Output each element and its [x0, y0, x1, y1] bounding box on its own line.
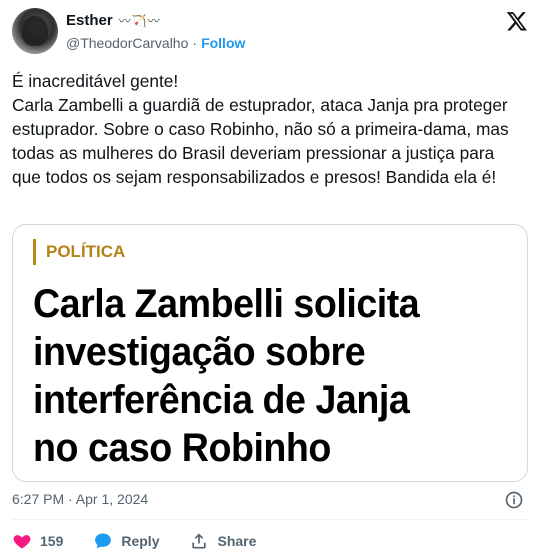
link-card[interactable]: POLÍTICA Carla Zambelli solicita investi…: [12, 224, 528, 482]
card-headline: Carla Zambelli solicita investigação sob…: [33, 282, 420, 470]
x-logo-icon[interactable]: [506, 10, 528, 32]
like-count: 159: [40, 533, 64, 549]
reply-label: Reply: [121, 533, 160, 549]
tweet-header: Esther 〰🏹〰 @TheodorCarvalho · Follow: [12, 6, 528, 58]
tweet-timestamp[interactable]: 6:27 PM · Apr 1, 2024: [12, 491, 148, 507]
info-icon[interactable]: [504, 490, 524, 510]
author-handle[interactable]: @TheodorCarvalho: [66, 35, 188, 51]
action-bar: 159 Reply Share: [12, 531, 286, 551]
avatar[interactable]: [12, 8, 58, 54]
author-handle-row: @TheodorCarvalho · Follow: [66, 35, 245, 51]
share-button[interactable]: Share: [189, 531, 256, 551]
card-section-label: POLÍTICA: [33, 239, 125, 265]
share-label: Share: [217, 533, 257, 549]
like-button[interactable]: 159: [12, 531, 63, 551]
share-icon: [192, 533, 207, 549]
author-name-row: Esther 〰🏹〰: [66, 12, 161, 29]
reply-icon: [95, 533, 112, 549]
divider: [12, 519, 528, 520]
author-name[interactable]: Esther: [66, 12, 113, 29]
name-emoji: 〰🏹〰: [118, 14, 161, 28]
reply-button[interactable]: Reply: [93, 531, 159, 551]
follow-button[interactable]: Follow: [201, 35, 245, 51]
handle-separator: ·: [192, 35, 198, 51]
tweet-text: É inacreditável gente! Carla Zambelli a …: [12, 71, 509, 187]
heart-icon: [13, 535, 31, 549]
